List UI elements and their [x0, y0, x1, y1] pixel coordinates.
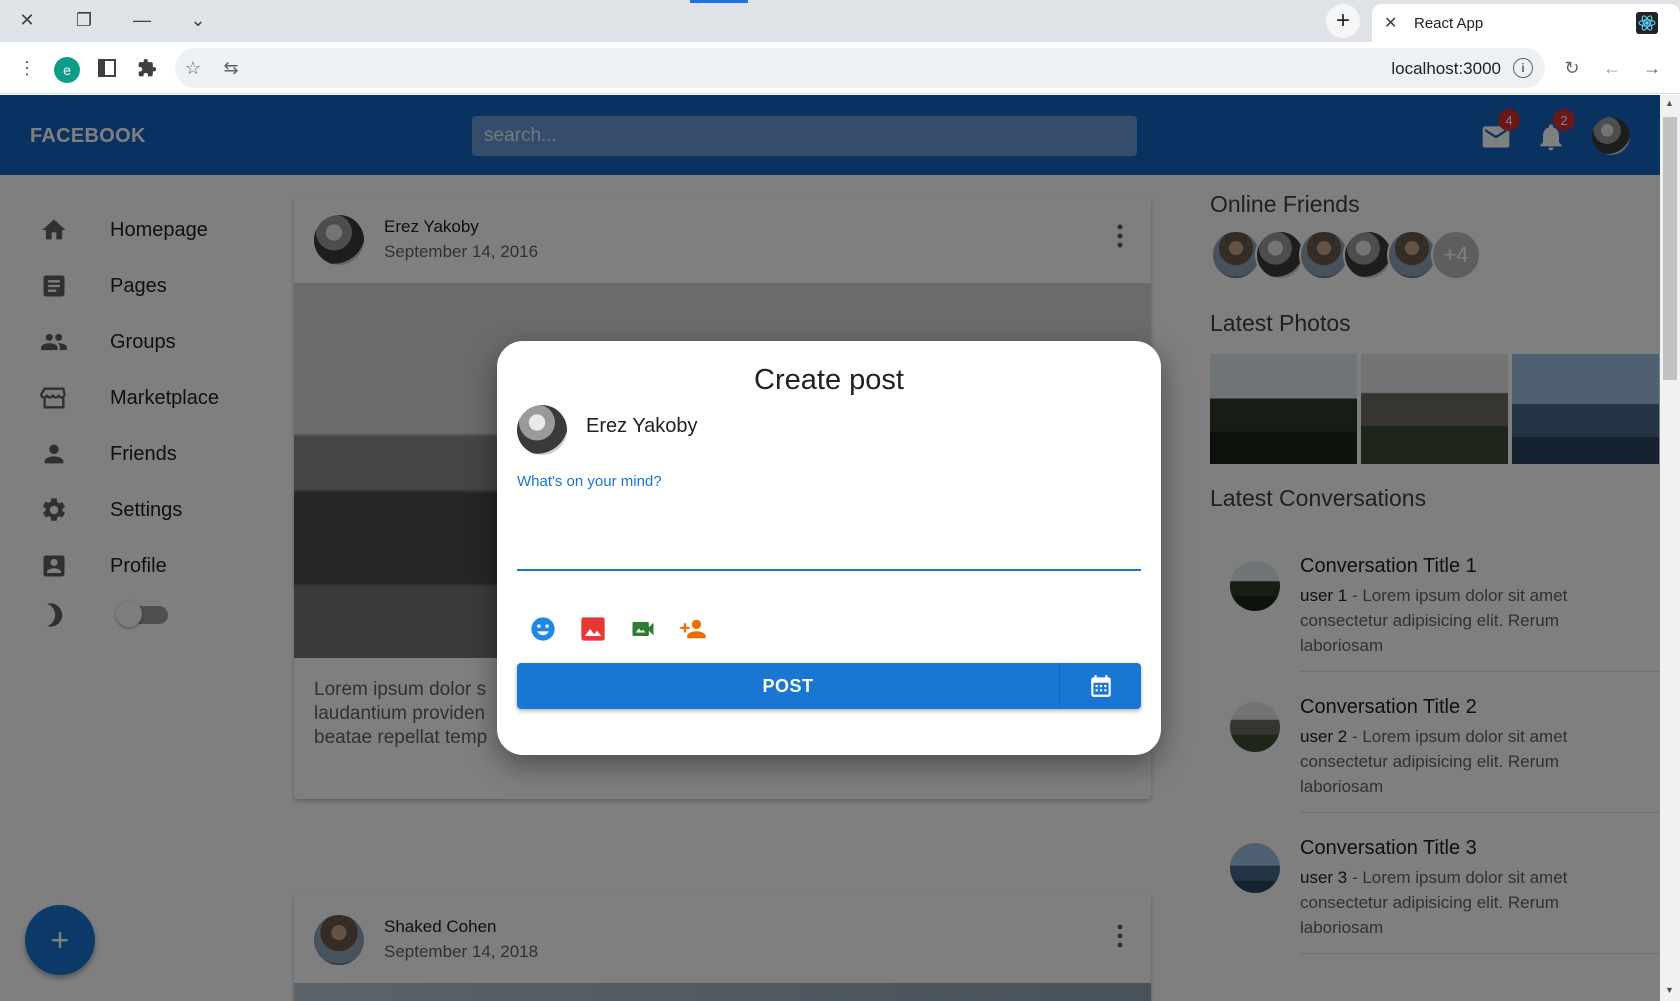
tab-title: React App: [1414, 14, 1484, 32]
web-page: FACEBOOK 4 2 Homepage Pages Groups: [0, 95, 1660, 1001]
scrollbar-thumb[interactable]: [1663, 117, 1677, 380]
tag-friend-button[interactable]: [678, 614, 708, 644]
minimize-window-icon[interactable]: —: [126, 4, 158, 36]
new-tab-button[interactable]: +: [1326, 4, 1360, 38]
page-scrollbar[interactable]: ▲ ▼: [1660, 95, 1680, 1001]
close-tab-icon[interactable]: ✕: [1384, 13, 1404, 33]
tab-strip-indicator: [690, 0, 748, 3]
forward-arrow-icon[interactable]: →: [1636, 52, 1668, 84]
dialog-author-avatar: [517, 405, 567, 455]
post-content-field[interactable]: What's on your mind?: [517, 461, 1141, 571]
tag-person-icon: [680, 619, 706, 639]
dialog-title: Create post: [754, 364, 904, 396]
emoji-button[interactable]: [528, 614, 558, 644]
tab-search-chevron-icon[interactable]: ⌄: [182, 4, 214, 36]
emoji-icon: [531, 617, 555, 641]
back-arrow-icon[interactable]: ←: [1596, 52, 1628, 84]
extension-avatar[interactable]: e: [54, 57, 80, 83]
browser-toolbar: ⋮ e ☆ ⇆ localhost:3000 i ↻ ← →: [0, 42, 1680, 94]
extensions-puzzle-icon[interactable]: [131, 52, 163, 84]
url-text[interactable]: localhost:3000: [1391, 59, 1501, 79]
restore-window-icon[interactable]: ❐: [68, 4, 100, 36]
scroll-up-arrow-icon[interactable]: ▲: [1665, 98, 1674, 108]
calendar-icon: [1090, 675, 1111, 697]
image-icon: [581, 617, 605, 641]
address-bar[interactable]: ☆ ⇆ localhost:3000 i: [175, 48, 1545, 88]
scroll-down-arrow-icon[interactable]: ▼: [1665, 985, 1674, 995]
react-favicon-icon: [1636, 12, 1658, 34]
post-button[interactable]: POST: [517, 663, 1060, 709]
post-content-input[interactable]: [517, 499, 1141, 567]
post-content-label: What's on your mind?: [517, 473, 662, 490]
share-arrow-icon[interactable]: ⇆: [215, 52, 247, 84]
close-window-icon[interactable]: ✕: [11, 4, 43, 36]
video-icon: [632, 622, 654, 636]
site-info-icon[interactable]: i: [1513, 58, 1533, 78]
post-button-group: POST: [517, 663, 1141, 709]
add-image-button[interactable]: [578, 614, 608, 644]
browser-tab[interactable]: ✕ React App: [1372, 4, 1680, 42]
browser-menu-icon[interactable]: ⋮: [11, 52, 43, 84]
side-panel-icon[interactable]: [91, 52, 123, 84]
dialog-author-name: Erez Yakoby: [586, 415, 698, 437]
reload-icon[interactable]: ↻: [1556, 52, 1588, 84]
browser-tab-bar: ✕ ❐ — ⌄ + ✕ React App: [0, 0, 1680, 42]
create-post-dialog: Create post Erez Yakoby What's on your m…: [497, 341, 1161, 755]
bookmark-star-icon[interactable]: ☆: [177, 52, 209, 84]
schedule-button[interactable]: [1060, 663, 1141, 709]
add-video-button[interactable]: [628, 614, 658, 644]
